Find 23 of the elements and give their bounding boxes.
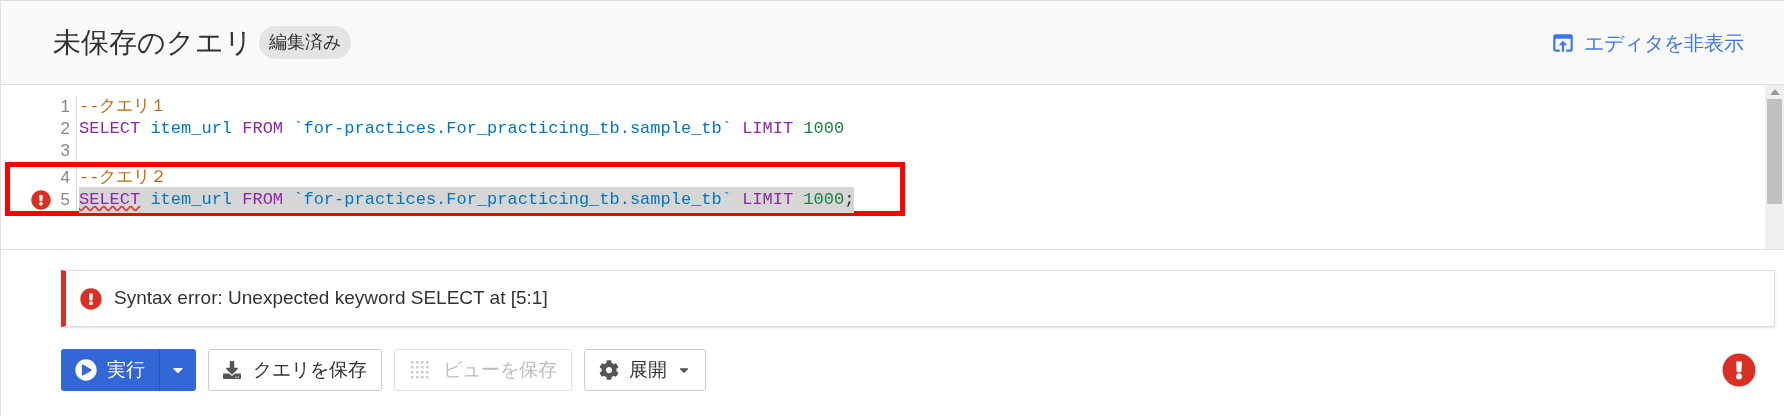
error-message: Syntax error: Unexpected keyword SELECT at [5:1] <box>114 286 548 311</box>
gear-icon <box>599 360 619 380</box>
edited-badge: 編集済み <box>259 26 351 59</box>
code-line: SELECT item_url FROM `for-practices.For_practicing_tb.sample_tb` LIMIT 1000 <box>79 118 845 141</box>
play-icon <box>75 359 97 381</box>
download-icon <box>223 361 241 379</box>
dots-grid-icon <box>409 359 431 381</box>
save-query-button[interactable]: クエリを保存 <box>208 349 382 391</box>
code-line: --クエリ２ <box>79 167 168 190</box>
line-number: 1 <box>60 96 70 119</box>
error-icon <box>80 287 102 310</box>
line-number: 5 <box>60 189 70 212</box>
query-title: 未保存のクエリ <box>53 25 253 60</box>
scroll-up-icon[interactable] <box>1769 89 1780 95</box>
expand-menu-button[interactable]: 展開 <box>584 349 706 391</box>
hide-editor-link[interactable]: エディタを非表示 <box>1550 27 1744 58</box>
code-line: --クエリ１ <box>79 96 168 119</box>
error-icon <box>30 190 51 210</box>
line-number: 4 <box>60 167 70 190</box>
line-number: 3 <box>60 140 70 163</box>
scrollbar[interactable] <box>1765 85 1784 249</box>
line-number: 2 <box>60 118 70 141</box>
error-status-icon[interactable] <box>1722 353 1756 387</box>
